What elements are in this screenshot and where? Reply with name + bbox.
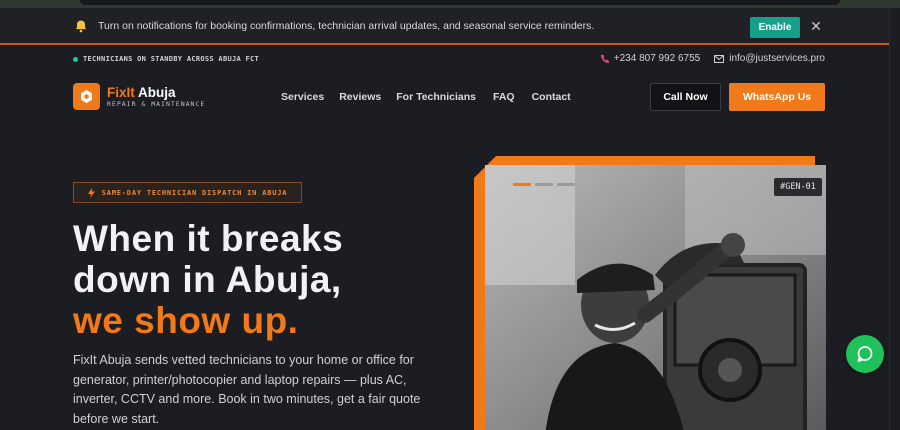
carousel-dot-1[interactable] [513, 183, 531, 186]
hero-image-card: #GEN-01 [474, 156, 826, 430]
nav-item-services[interactable]: Services [281, 91, 324, 103]
technician-illustration [485, 165, 826, 430]
nav-item-for-technicians[interactable]: For Technicians [396, 91, 476, 103]
call-now-button[interactable]: Call Now [650, 83, 721, 111]
enable-notifications-button[interactable]: Enable [750, 17, 800, 38]
nav-item-faq[interactable]: FAQ [493, 91, 515, 103]
phone-link[interactable]: +234 807 992 6755 [600, 53, 700, 64]
hero-headline: When it breaks down in Abuja, we show up… [73, 218, 433, 341]
lightning-icon [87, 187, 95, 198]
close-icon[interactable]: ✕ [809, 19, 823, 33]
image-tag: #GEN-01 [774, 178, 822, 196]
logo-mark-icon [73, 83, 100, 110]
technician-photo: #GEN-01 [485, 165, 826, 430]
scrollbar-track[interactable] [889, 8, 900, 430]
nav-item-contact[interactable]: Contact [532, 91, 571, 103]
carousel-dot-3[interactable] [557, 183, 575, 186]
badge-text: SAME-DAY TECHNICIAN DISPATCH IN ABUJA [101, 188, 288, 197]
carousel-dot-2[interactable] [535, 183, 553, 186]
mail-icon [714, 54, 725, 63]
whatsapp-chat-button[interactable] [846, 335, 884, 373]
whatsapp-button[interactable]: WhatsApp Us [729, 83, 825, 111]
info-bar: TECHNICIANS ON STANDBY ACROSS ABUJA FCT … [0, 47, 900, 73]
browser-top-strip [0, 0, 900, 8]
brand-tagline: REPAIR & MAINTENANCE [107, 99, 206, 108]
standby-text: TECHNICIANS ON STANDBY ACROSS ABUJA FCT [83, 55, 260, 63]
bell-icon [75, 20, 87, 33]
headline-line-2: down in Abuja, [73, 259, 342, 300]
email-link[interactable]: info@justservices.pro [714, 53, 825, 64]
carousel-indicators [513, 183, 575, 186]
standby-status: TECHNICIANS ON STANDBY ACROSS ABUJA FCT [73, 55, 259, 63]
browser-tab-strip [80, 0, 840, 5]
nav-item-reviews[interactable]: Reviews [339, 91, 381, 103]
headline-accent: we show up. [73, 300, 299, 341]
main-nav: FixIt Abuja REPAIR & MAINTENANCE Service… [0, 75, 900, 119]
hero-description: FixIt Abuja sends vetted technicians to … [73, 353, 421, 426]
brand-name: FixIt Abuja [107, 84, 176, 100]
contact-info: +234 807 992 6755 info@justservices.pro [600, 53, 825, 64]
status-dot-icon [73, 56, 78, 62]
chat-bubble-icon [857, 346, 873, 362]
phone-number: +234 807 992 6755 [613, 53, 701, 64]
brand-logo[interactable]: FixIt Abuja REPAIR & MAINTENANCE [73, 83, 205, 110]
headline-line-1: When it breaks [73, 218, 344, 259]
notification-message: Turn on notifications for booking confir… [98, 20, 595, 32]
notification-banner: Turn on notifications for booking confir… [0, 8, 900, 45]
dispatch-badge: SAME-DAY TECHNICIAN DISPATCH IN ABUJA [73, 182, 302, 203]
email-address: info@justservices.pro [729, 53, 825, 64]
nav-menu: Services Reviews For Technicians FAQ Con… [281, 91, 571, 103]
phone-icon [600, 54, 609, 63]
